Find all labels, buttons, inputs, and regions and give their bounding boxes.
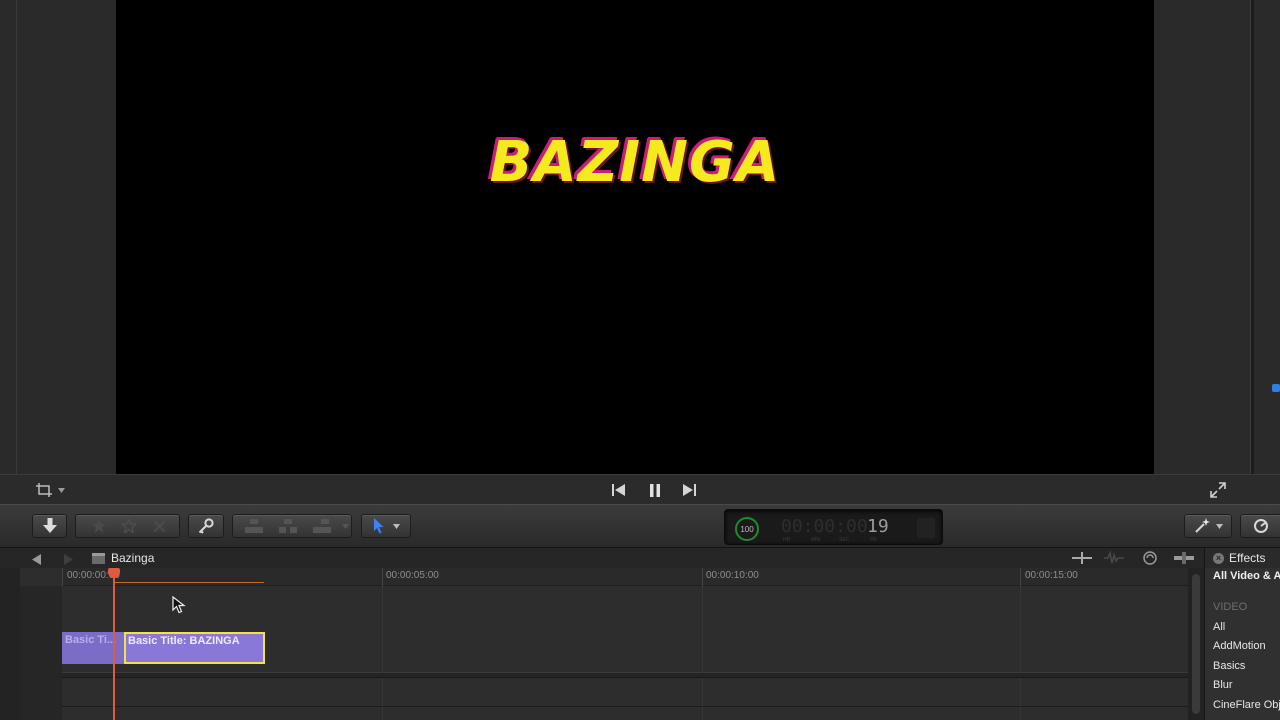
- forward-arrow-icon: [64, 554, 73, 565]
- project-name: Bazinga: [111, 551, 155, 565]
- timeline-divider: [62, 706, 1188, 707]
- favorite-star-icon: [92, 519, 106, 533]
- effects-section-label: VIDEO: [1213, 601, 1248, 613]
- chevron-down-icon: [341, 523, 349, 529]
- panel-divider: [16, 0, 17, 474]
- timecode-frames: 19: [867, 516, 889, 537]
- project-breadcrumb[interactable]: Bazinga: [92, 550, 154, 566]
- viewer-control-bar: [0, 474, 1280, 504]
- effects-item[interactable]: Blur: [1213, 679, 1233, 691]
- title-clip-selected[interactable]: Basic Title: BAZINGA: [124, 632, 265, 664]
- skip-forward-button[interactable]: [672, 479, 706, 501]
- ruler-label: 00:00:10:00: [706, 570, 759, 581]
- playhead[interactable]: [113, 570, 115, 720]
- timecode-unit: HR: [783, 537, 791, 543]
- effects-header: × Effects: [1205, 548, 1280, 568]
- timecode-unit: SEC: [839, 537, 850, 543]
- edit-menu-chevron[interactable]: [339, 515, 351, 537]
- crop-icon: [36, 483, 52, 497]
- unrate-button[interactable]: [114, 515, 144, 537]
- rating-button-group: [75, 514, 180, 538]
- skimming-icon: [1072, 552, 1092, 564]
- fullscreen-button[interactable]: [1208, 481, 1228, 499]
- scrollbar-thumb[interactable]: [1192, 574, 1200, 714]
- effects-item[interactable]: CineFlare Obj: [1213, 699, 1280, 711]
- append-clip-icon: [313, 519, 331, 533]
- skip-forward-icon: [683, 484, 696, 496]
- gridline: [702, 586, 703, 720]
- connect-clip-icon: [245, 519, 263, 533]
- skip-back-icon: [612, 484, 625, 496]
- magic-wand-icon: [1194, 518, 1210, 533]
- insert-clip-button[interactable]: [271, 515, 305, 537]
- ruler-tick: [382, 568, 383, 586]
- timeline-left-margin: [20, 586, 62, 720]
- transport-controls: [602, 479, 708, 501]
- enhance-button[interactable]: [1184, 514, 1232, 538]
- playback-percent-gauge: 100: [735, 517, 759, 541]
- pause-icon: [650, 483, 660, 497]
- ruler-tick: [702, 568, 703, 586]
- pause-button[interactable]: [638, 479, 672, 501]
- effects-item[interactable]: Basics: [1213, 660, 1245, 672]
- favorite-button[interactable]: [84, 515, 114, 537]
- timecode-unit: MIN: [811, 537, 821, 543]
- chevron-down-icon: [392, 523, 400, 529]
- skip-back-button[interactable]: [602, 479, 636, 501]
- main-toolbar: 100 00:00:00: 19 HR MIN SEC FR: [0, 504, 1280, 548]
- close-icon[interactable]: ×: [1213, 552, 1224, 564]
- scroll-indicator[interactable]: [1272, 384, 1280, 392]
- effects-browser: × Effects All Video & Au VIDEO All AddMo…: [1204, 548, 1280, 720]
- ruler-label: 00:00:05:00: [386, 570, 439, 581]
- retime-icon: [1253, 519, 1268, 533]
- inspector-panel: [1154, 0, 1280, 474]
- snapping-icon: [1174, 552, 1194, 564]
- timecode-unit: FR: [870, 537, 877, 543]
- append-clip-button[interactable]: [305, 515, 339, 537]
- effects-item[interactable]: AddMotion: [1213, 640, 1266, 652]
- viewer-left-panel: [0, 0, 116, 474]
- mouse-cursor-icon: [172, 596, 186, 614]
- connect-clip-button[interactable]: [237, 515, 271, 537]
- ruler-tick: [62, 568, 63, 586]
- gridline: [1020, 586, 1021, 720]
- edit-button-group: [232, 514, 352, 538]
- insert-clip-icon: [279, 519, 297, 533]
- primary-storyline: [62, 672, 1188, 678]
- audio-meter: [917, 518, 935, 538]
- reject-icon: [153, 520, 165, 532]
- timecode-display[interactable]: 100 00:00:00: 19 HR MIN SEC FR: [724, 509, 943, 545]
- key-icon: [198, 518, 214, 534]
- timecode-digits: 00:00:00:: [781, 516, 879, 537]
- reject-button[interactable]: [144, 515, 174, 537]
- timeline-header: Bazinga: [0, 548, 1204, 568]
- ruler-tick: [1020, 568, 1021, 586]
- fullscreen-icon: [1210, 482, 1226, 498]
- unrate-star-icon: [122, 519, 136, 533]
- back-arrow-icon: [32, 554, 41, 565]
- video-viewer: BAZINGA: [116, 0, 1154, 474]
- crop-menu-button[interactable]: [36, 480, 72, 500]
- time-ruler[interactable]: 00:00:00:00 00:00:05:00 00:00:10:00 00:0…: [62, 568, 1188, 586]
- effects-title: Effects: [1229, 551, 1266, 565]
- render-progress-line: [114, 582, 264, 583]
- timeline-gutter: [0, 568, 20, 720]
- retime-button[interactable]: [1240, 514, 1280, 538]
- solo-icon: [1143, 551, 1157, 565]
- keyword-button[interactable]: [188, 514, 224, 538]
- waveform-icon: [1104, 550, 1124, 564]
- panel-divider[interactable]: [1250, 0, 1254, 474]
- arrow-pointer-icon: [373, 518, 383, 534]
- ruler-label: 00:00:15:00: [1025, 570, 1078, 581]
- title-overlay-text: BAZINGA: [489, 130, 781, 195]
- effects-category-filter[interactable]: All Video & Au: [1213, 570, 1280, 582]
- effects-item[interactable]: All: [1213, 621, 1225, 633]
- clapperboard-icon: [92, 552, 105, 564]
- chevron-down-icon: [58, 487, 65, 493]
- import-button[interactable]: [32, 514, 67, 538]
- chevron-down-icon: [1215, 523, 1223, 529]
- gridline: [382, 586, 383, 720]
- download-icon: [42, 518, 57, 533]
- select-tool-button[interactable]: [361, 514, 411, 538]
